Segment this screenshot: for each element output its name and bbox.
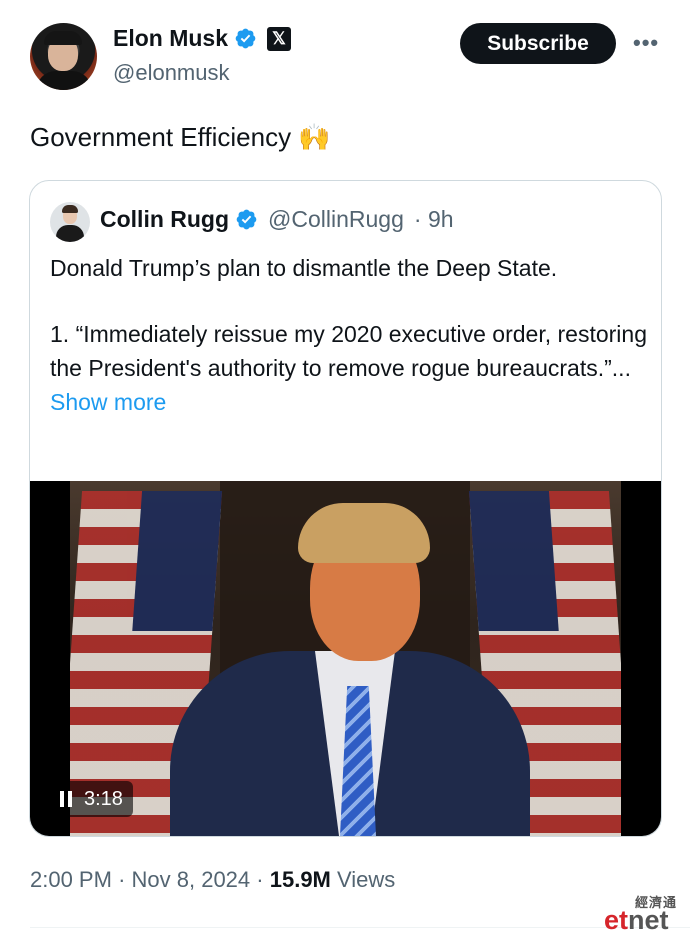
video-frame: [70, 481, 621, 836]
tweet-date[interactable]: Nov 8, 2024: [132, 867, 251, 892]
quoted-tweet[interactable]: Collin Rugg @CollinRugg · 9h Donald Trum…: [29, 180, 662, 837]
author-avatar[interactable]: [30, 23, 97, 90]
divider: [30, 927, 690, 928]
meta-separator: ·: [256, 867, 264, 892]
tweet-time[interactable]: 2:00 PM: [30, 867, 112, 892]
views-count: 15.9M: [269, 867, 331, 892]
quote-text-line1: Donald Trump’s plan to dismantle the Dee…: [50, 255, 558, 281]
views-label: Views: [337, 867, 396, 892]
quote-header: Collin Rugg @CollinRugg · 9h: [100, 206, 454, 233]
quote-text-line2: 1. “Immediately reissue my 2020 executiv…: [50, 321, 647, 381]
video-duration: 3:18: [84, 787, 123, 810]
video-controls[interactable]: 3:18: [50, 781, 133, 817]
tweet-meta: 2:00 PM · Nov 8, 2024 · 15.9M Views: [30, 867, 395, 893]
show-more-link[interactable]: Show more: [50, 385, 650, 419]
video-player[interactable]: 3:18: [30, 481, 661, 836]
more-options-icon[interactable]: •••: [633, 30, 659, 56]
quote-author-avatar[interactable]: [50, 202, 90, 242]
quote-author-handle[interactable]: @CollinRugg: [268, 206, 404, 233]
quote-timestamp[interactable]: · 9h: [414, 206, 454, 233]
quote-text: Donald Trump’s plan to dismantle the Dee…: [50, 251, 650, 419]
author-handle[interactable]: @elonmusk: [113, 60, 230, 86]
quote-author-name[interactable]: Collin Rugg: [100, 206, 229, 233]
quote-verified-badge-icon: [236, 209, 257, 230]
watermark-logo: etnet: [604, 905, 669, 935]
x-affiliation-icon: 𝕏: [267, 26, 292, 51]
subscribe-button[interactable]: Subscribe: [460, 23, 616, 64]
author-name[interactable]: Elon Musk: [113, 25, 228, 52]
pause-icon[interactable]: [60, 791, 72, 807]
author-name-row: Elon Musk 𝕏: [113, 25, 292, 52]
tweet-text: Government Efficiency 🙌: [30, 122, 331, 152]
verified-badge-icon: [235, 28, 256, 49]
meta-separator: ·: [118, 867, 126, 892]
